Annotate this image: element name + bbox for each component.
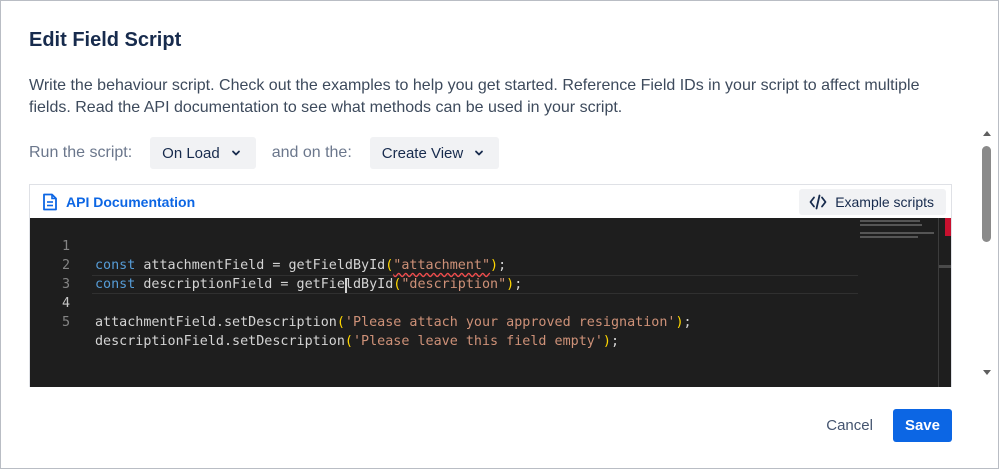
dialog-scrollbar[interactable] [979, 129, 995, 381]
and-on-label: and on the: [271, 144, 352, 161]
script-editor: API Documentation Example scripts 1 cons… [29, 184, 952, 387]
chevron-down-icon [475, 150, 484, 156]
run-script-label: Run the script: [29, 144, 133, 161]
code-text: descriptionField.setDescription('Please … [95, 334, 620, 349]
code-line: 5 descriptionField.setDescription('Pleas… [30, 294, 619, 349]
dialog-footer: Cancel Save [816, 409, 952, 442]
trigger-select[interactable]: On Load [150, 137, 256, 169]
code-editor[interactable]: 1 const attachmentField = getFieldById("… [30, 218, 951, 387]
line-number: 5 [61, 315, 70, 330]
save-button[interactable]: Save [892, 409, 952, 442]
cancel-button[interactable]: Cancel [816, 410, 883, 442]
api-documentation-link[interactable]: API Documentation [42, 193, 195, 211]
dialog-description: Write the behaviour script. Check out th… [29, 77, 920, 116]
editor-toolbar: API Documentation Example scripts [30, 185, 951, 218]
code-minimap[interactable] [860, 218, 940, 248]
code-text: const attachmentField = getFieldById("at… [95, 258, 507, 273]
trigger-select-value: On Load [162, 144, 220, 162]
api-documentation-label: API Documentation [66, 193, 196, 210]
document-icon [43, 193, 57, 210]
code-text: attachmentField.setDescription('Please a… [95, 315, 692, 330]
overview-ruler [938, 218, 939, 387]
view-select[interactable]: Create View [369, 137, 500, 169]
chevron-down-icon [231, 150, 240, 156]
code-text: const descriptionField = getFieldById("d… [95, 277, 523, 292]
scroll-up-icon[interactable] [982, 129, 992, 137]
scrollbar-thumb[interactable] [982, 146, 991, 242]
code-line: 1 const attachmentField = getFieldById("… [30, 218, 506, 273]
code-line: 2 const descriptionField = getFieldById(… [30, 237, 522, 292]
overview-ruler-mark [939, 265, 951, 268]
code-line: 3 [30, 256, 95, 292]
dialog-title: Edit Field Script [29, 29, 182, 51]
run-script-row: Run the script: On Load and on the: Crea… [29, 137, 500, 169]
code-icon [809, 194, 827, 209]
example-scripts-button[interactable]: Example scripts [799, 188, 946, 215]
error-marker [945, 218, 951, 236]
view-select-value: Create View [381, 144, 464, 162]
code-line: 4 attachmentField.setDescription('Please… [30, 275, 692, 330]
text-cursor [345, 278, 347, 293]
scroll-down-icon[interactable] [982, 369, 992, 377]
edit-field-script-dialog: Edit Field Script Write the behaviour sc… [0, 0, 999, 469]
example-scripts-label: Example scripts [835, 193, 934, 210]
